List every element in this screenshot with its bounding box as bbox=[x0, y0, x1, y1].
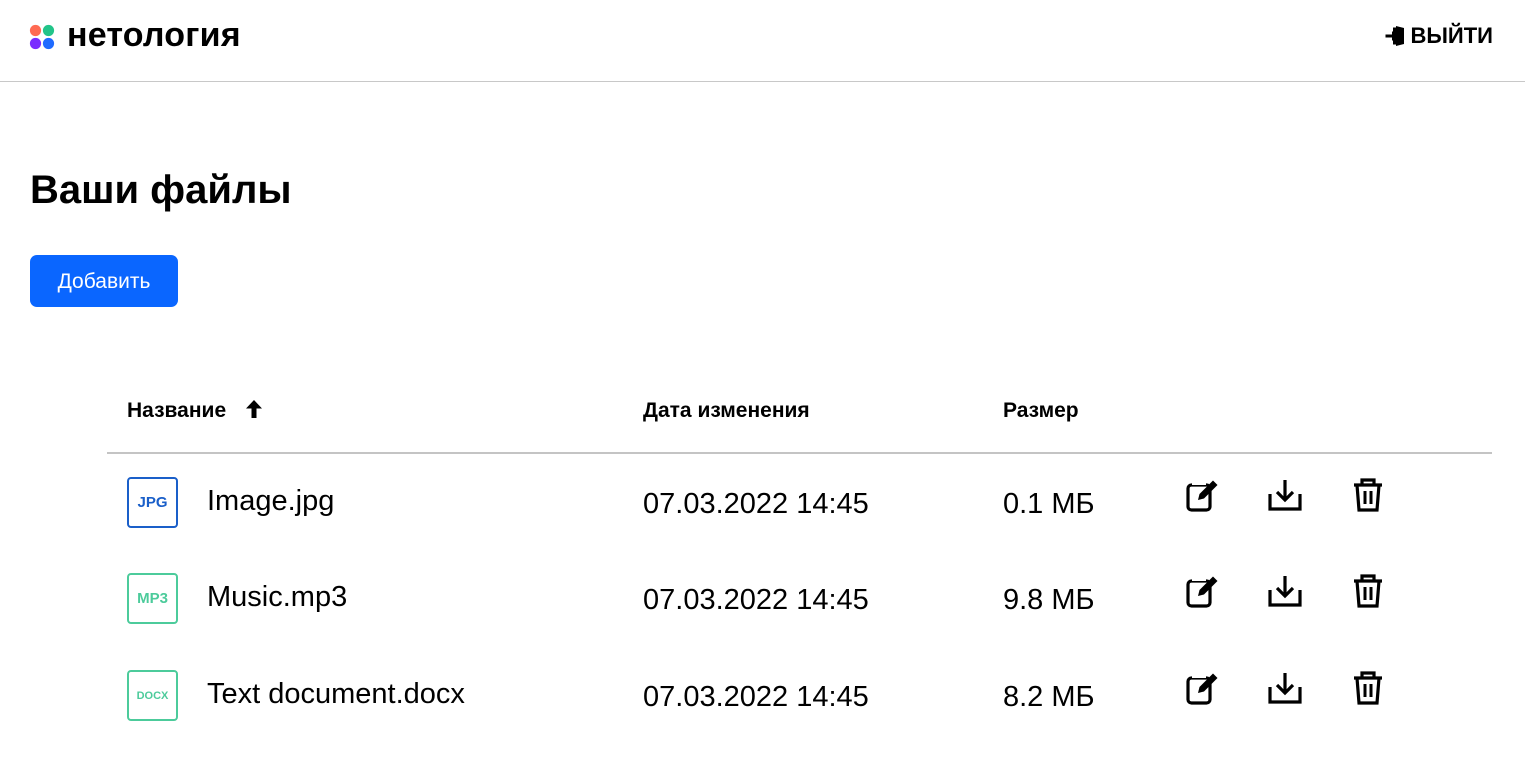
arrow-up-icon bbox=[246, 400, 263, 418]
file-modified-date: 07.03.2022 14:45 bbox=[643, 488, 869, 520]
table-row: MP3 Music.mp3 07.03.2022 14:45 9.8 МБ bbox=[107, 550, 1492, 647]
file-name[interactable]: Text document.docx bbox=[207, 677, 465, 711]
file-type-icon: JPG bbox=[127, 477, 178, 528]
brand-name: нетология bbox=[67, 16, 241, 54]
file-modified-date: 07.03.2022 14:45 bbox=[643, 681, 869, 713]
download-icon bbox=[1268, 673, 1302, 704]
download-button[interactable] bbox=[1265, 475, 1305, 515]
table-row: JPG Image.jpg 07.03.2022 14:45 0.1 МБ bbox=[107, 454, 1492, 550]
column-header-size[interactable]: Размер bbox=[1003, 398, 1079, 424]
logo[interactable]: нетология bbox=[28, 16, 241, 54]
page-title: Ваши файлы bbox=[30, 168, 292, 212]
file-size: 8.2 МБ bbox=[1003, 681, 1095, 713]
trash-icon bbox=[1354, 478, 1382, 512]
file-name[interactable]: Music.mp3 bbox=[207, 580, 347, 614]
edit-button[interactable] bbox=[1183, 668, 1223, 708]
download-button[interactable] bbox=[1265, 668, 1305, 708]
edit-icon bbox=[1186, 671, 1218, 705]
file-size: 0.1 МБ bbox=[1003, 488, 1095, 520]
edit-button[interactable] bbox=[1183, 571, 1223, 611]
table-header: Название Дата изменения Размер bbox=[107, 380, 1492, 454]
table-body: JPG Image.jpg 07.03.2022 14:45 0.1 МБ MP3 Mus… bbox=[107, 454, 1492, 744]
app-header: нетология ВЫЙТИ bbox=[0, 0, 1525, 82]
download-icon bbox=[1268, 480, 1302, 511]
files-table: Название Дата изменения Размер JPG Image.… bbox=[107, 380, 1492, 744]
file-modified-date: 07.03.2022 14:45 bbox=[643, 584, 869, 616]
edit-button[interactable] bbox=[1183, 475, 1223, 515]
column-header-name-label: Название bbox=[127, 399, 227, 422]
table-row: DOCX Text document.docx 07.03.2022 14:45 8.… bbox=[107, 647, 1492, 744]
column-header-date[interactable]: Дата изменения bbox=[643, 398, 810, 424]
logout-icon bbox=[1385, 26, 1404, 46]
delete-button[interactable] bbox=[1348, 475, 1388, 515]
trash-icon bbox=[1354, 574, 1382, 608]
logo-icon bbox=[29, 24, 55, 50]
delete-button[interactable] bbox=[1348, 668, 1388, 708]
file-type-icon: DOCX bbox=[127, 670, 178, 721]
file-type-icon: MP3 bbox=[127, 573, 178, 624]
file-name[interactable]: Image.jpg bbox=[207, 484, 334, 518]
file-size: 9.8 МБ bbox=[1003, 584, 1095, 616]
logout-button[interactable]: ВЫЙТИ bbox=[1385, 23, 1494, 48]
download-button[interactable] bbox=[1265, 571, 1305, 611]
delete-button[interactable] bbox=[1348, 571, 1388, 611]
logout-label: ВЫЙТИ bbox=[1410, 23, 1494, 48]
edit-icon bbox=[1186, 574, 1218, 608]
column-header-name[interactable]: Название bbox=[127, 398, 264, 424]
trash-icon bbox=[1354, 671, 1382, 705]
download-icon bbox=[1268, 576, 1302, 607]
edit-icon bbox=[1186, 478, 1218, 512]
add-file-button[interactable]: Добавить bbox=[30, 255, 178, 307]
